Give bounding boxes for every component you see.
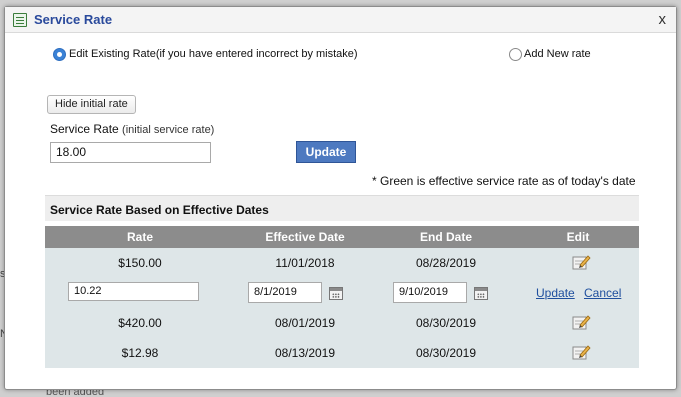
table-row-editing: 10.22 8/1/2019 9/10/2019 Update Cancel [45, 278, 639, 308]
table-row: $150.00 11/01/2018 08/28/2019 [45, 248, 639, 278]
column-header-rate: Rate [126, 230, 153, 244]
column-header-edit: Edit [566, 230, 590, 244]
end-date-cell: 08/30/2019 [415, 316, 477, 330]
effective-rate-note: * Green is effective service rate as of … [372, 174, 636, 188]
edit-existing-radio[interactable] [53, 48, 66, 61]
calendar-icon[interactable] [329, 287, 343, 300]
rate-cell: $12.98 [121, 346, 159, 360]
effective-date-cell: 08/13/2019 [274, 346, 336, 360]
end-date-cell: 08/30/2019 [415, 346, 477, 360]
end-date-cell: 08/28/2019 [415, 256, 477, 270]
add-new-rate-label: Add New rate [524, 48, 591, 60]
update-initial-rate-button[interactable]: Update [296, 141, 356, 163]
add-new-rate-radio[interactable] [509, 48, 522, 61]
service-rate-label: Service Rate (initial service rate) [50, 122, 214, 136]
table-row: $420.00 08/01/2019 08/30/2019 [45, 308, 639, 338]
dialog-titlebar: Service Rate x [5, 7, 676, 33]
column-header-end-date: End Date [419, 230, 472, 244]
edit-icon[interactable] [571, 313, 591, 331]
table-row: $12.98 08/13/2019 08/30/2019 [45, 338, 639, 368]
hide-initial-rate-button[interactable]: Hide initial rate [47, 95, 136, 114]
service-rate-label-text: Service Rate [50, 122, 119, 136]
dialog-title: Service Rate [34, 12, 113, 27]
row-cancel-link[interactable]: Cancel [584, 286, 621, 300]
initial-rate-input[interactable]: 18.00 [50, 142, 211, 163]
rate-cell: $420.00 [118, 316, 162, 330]
calendar-icon[interactable] [474, 287, 488, 300]
rate-cell: $150.00 [118, 256, 162, 270]
rates-table-body: $150.00 11/01/2018 08/28/2019 10.22 8/1/… [45, 248, 639, 368]
close-button[interactable]: x [659, 12, 667, 28]
edit-icon[interactable] [571, 253, 591, 271]
end-date-edit-input[interactable]: 9/10/2019 [393, 282, 467, 303]
effective-date-cell: 11/01/2018 [275, 256, 335, 270]
effective-date-cell: 08/01/2019 [274, 316, 336, 330]
edit-icon[interactable] [571, 343, 591, 361]
rate-edit-input[interactable]: 10.22 [68, 282, 199, 301]
form-icon [13, 13, 27, 27]
column-header-effective-date: Effective Date [265, 230, 345, 244]
rates-section-title: Service Rate Based on Effective Dates [45, 195, 639, 221]
edit-existing-label: Edit Existing Rate(if you have entered i… [69, 48, 358, 60]
service-rate-dialog: Service Rate x Edit Existing Rate(if you… [4, 6, 677, 390]
rates-table: Rate Effective Date End Date Edit $150.0… [45, 226, 639, 368]
service-rate-hint: (initial service rate) [122, 124, 215, 136]
rates-table-header: Rate Effective Date End Date Edit [45, 226, 639, 248]
row-update-link[interactable]: Update [536, 286, 575, 300]
effective-date-edit-input[interactable]: 8/1/2019 [248, 282, 322, 303]
